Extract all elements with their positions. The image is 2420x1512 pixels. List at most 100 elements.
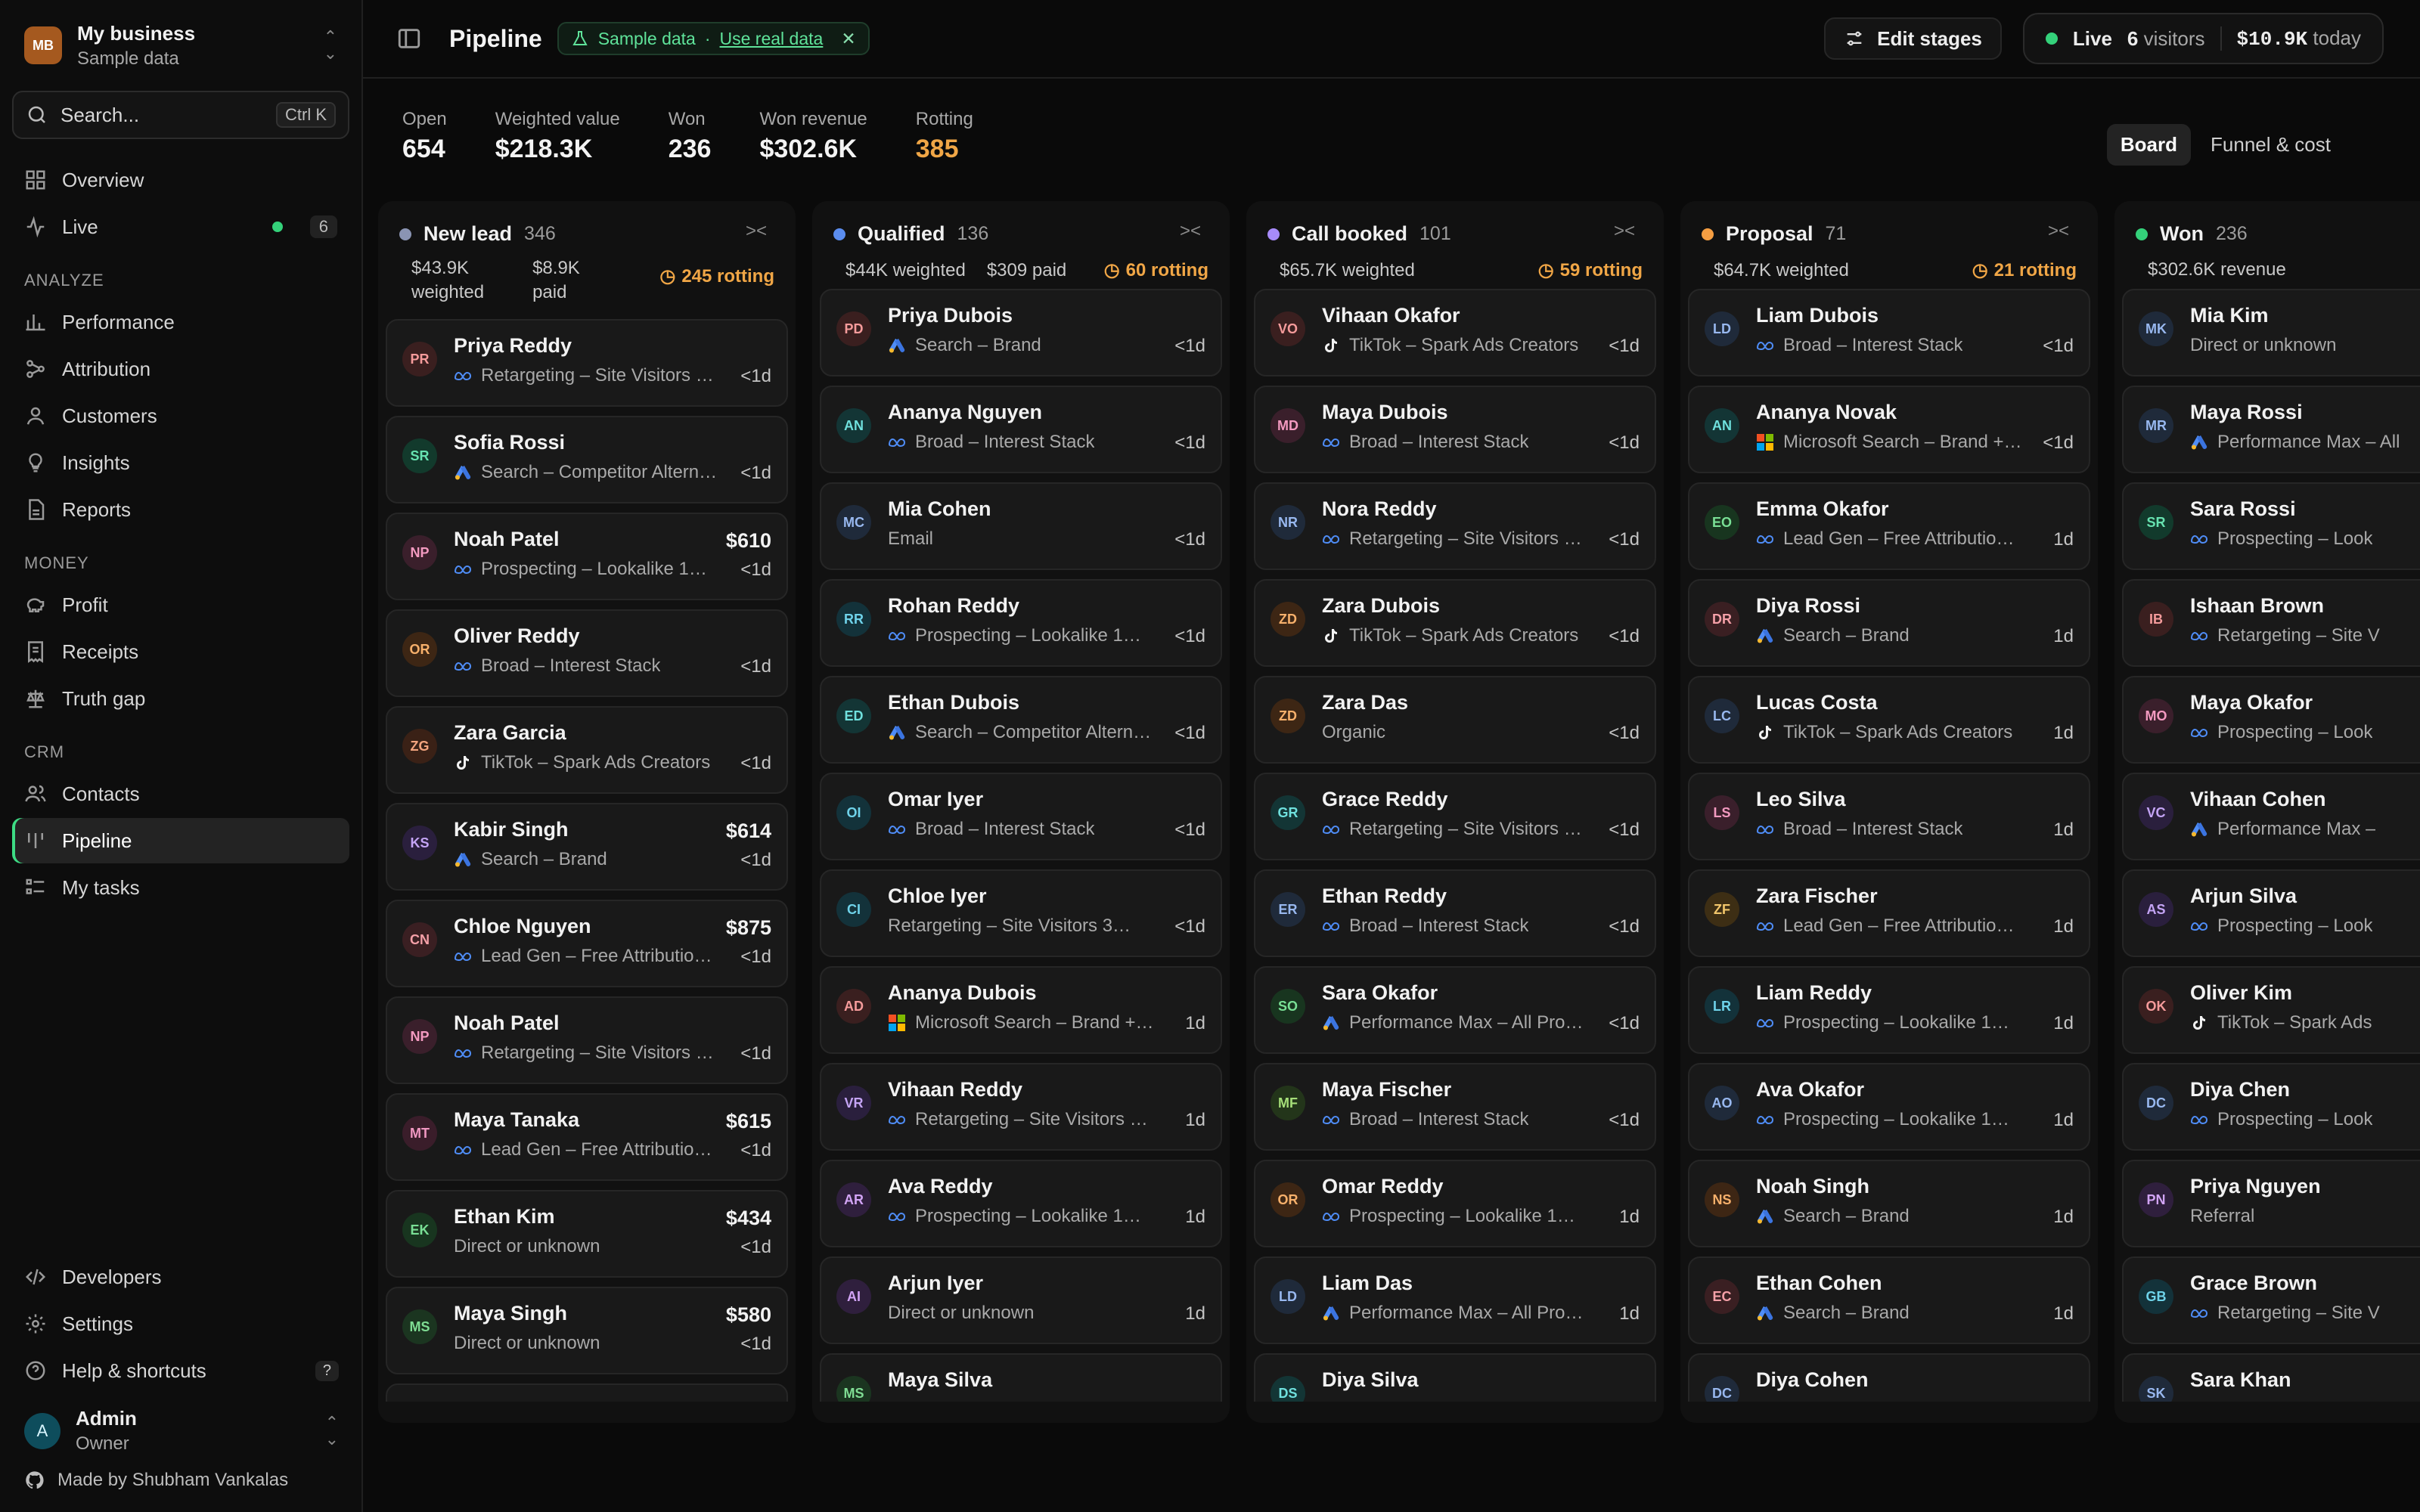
deal-card[interactable]: NP Noah Patel Prospecting – Lookalike 1%… — [386, 513, 788, 600]
deal-card[interactable]: DC Diya Chen Prospecting – Look — [2122, 1063, 2420, 1151]
credit-link[interactable]: Made by Shubham Vankalas — [0, 1464, 363, 1512]
use-real-data-link[interactable]: Use real data — [720, 29, 824, 49]
nav-item-pipeline[interactable]: Pipeline — [12, 818, 349, 863]
deal-card[interactable]: MK Mia Kim Direct or unknown — [2122, 289, 2420, 376]
sidebar: MB My business Sample data ⌃ ⌄ Search... … — [0, 0, 363, 1512]
nav-item-overview[interactable]: Overview — [12, 157, 349, 203]
deal-card[interactable]: NP Noah Patel Retargeting – Site Visitor… — [386, 996, 788, 1084]
deal-card[interactable]: CI Chloe Iyer Retargeting – Site Visitor… — [820, 869, 1222, 957]
deal-card[interactable]: RR Rohan Reddy Prospecting – Lookalike 1… — [820, 579, 1222, 667]
tab-funnel-cost[interactable]: Funnel & cost — [2197, 124, 2344, 166]
collapse-column-icon[interactable]: >< — [746, 221, 767, 242]
deal-card[interactable]: MC Mia Cohen Email <1d — [820, 482, 1222, 570]
deal-card[interactable]: EC Ethan Cohen Search – Brand 1d — [1688, 1256, 2090, 1344]
deal-card[interactable]: MT Maya Tanaka Lead Gen – Free Attributi… — [386, 1093, 788, 1181]
tab-board[interactable]: Board — [2106, 124, 2192, 166]
deal-campaign: Retargeting – Site V — [2217, 1303, 2380, 1323]
deal-card[interactable]: ED Ethan Dubois Search – Competitor Alte… — [820, 676, 1222, 764]
nav-item-developers[interactable]: Developers — [12, 1254, 351, 1300]
deal-card[interactable]: IB Ishaan Brown Retargeting – Site V — [2122, 579, 2420, 667]
deal-card[interactable]: ZF Zara Fischer Lead Gen – Free Attribut… — [1688, 869, 2090, 957]
deal-contact-name: Oliver Kim — [2190, 981, 2293, 1004]
deal-card[interactable]: OK Oliver Kim TikTok – Spark Ads — [2122, 966, 2420, 1054]
stage-paid: $309 — [986, 259, 1028, 280]
nav-item-help[interactable]: Help & shortcuts ? — [12, 1348, 351, 1393]
workspace-switcher[interactable]: MB My business Sample data ⌃ ⌄ — [0, 0, 361, 91]
deal-age: <1d — [740, 947, 771, 967]
deal-card[interactable]: PN Priya Nguyen Referral — [2122, 1160, 2420, 1247]
deal-card[interactable]: SK Sara Khan — [2122, 1353, 2420, 1402]
deal-card[interactable]: MF Maya Fischer Broad – Interest Stack <… — [1254, 1063, 1656, 1151]
nav-item-performance[interactable]: Performance — [12, 299, 349, 345]
deal-card[interactable]: ZD Zara Das Organic <1d — [1254, 676, 1656, 764]
deal-card[interactable]: VO Vihaan Okafor TikTok – Spark Ads Crea… — [1254, 289, 1656, 376]
deal-card[interactable]: LR Liam Reddy Prospecting – Lookalike 1%… — [1688, 966, 2090, 1054]
deal-card[interactable]: SO Sara Okafor Performance Max – All Pro… — [1254, 966, 1656, 1054]
collapse-column-icon[interactable]: >< — [1180, 221, 1201, 242]
search-box[interactable]: Search... Ctrl K — [12, 91, 349, 139]
deal-card[interactable]: AN Ananya Nguyen Broad – Interest Stack … — [820, 386, 1222, 473]
nav-item-profit[interactable]: Profit — [12, 582, 349, 627]
deal-card[interactable]: AN Ananya Novak Microsoft Search – Brand… — [1688, 386, 2090, 473]
deal-card[interactable]: MO Maya Okafor Prospecting – Look — [2122, 676, 2420, 764]
deal-card[interactable]: MD Maya Dubois Broad – Interest Stack <1… — [1254, 386, 1656, 473]
nav-item-truth-gap[interactable]: Truth gap — [12, 676, 349, 721]
search-icon — [28, 106, 45, 123]
close-icon[interactable]: ✕ — [841, 29, 855, 49]
deal-campaign: Direct or unknown — [2190, 335, 2337, 355]
avatar: GR — [1270, 795, 1305, 830]
deal-card[interactable]: DC Diya Cohen — [1688, 1353, 2090, 1402]
deal-card[interactable]: IB Isla Brown $434 — [386, 1383, 788, 1402]
deal-card[interactable]: AI Arjun Iyer Direct or unknown 1d — [820, 1256, 1222, 1344]
deal-card[interactable]: LC Lucas Costa TikTok – Spark Ads Creato… — [1688, 676, 2090, 764]
deal-card[interactable]: DS Diya Silva — [1254, 1353, 1656, 1402]
live-visitors-widget[interactable]: Live 6 visitors $10.9K today — [2022, 13, 2384, 64]
nav-item-live[interactable]: Live 6 — [12, 204, 349, 249]
sidebar-toggle-icon[interactable] — [396, 26, 422, 51]
user-menu[interactable]: A Admin Owner ⌃ ⌄ — [0, 1395, 363, 1464]
nav-item-contacts[interactable]: Contacts — [12, 771, 349, 816]
deal-card[interactable]: MR Maya Rossi Performance Max – All — [2122, 386, 2420, 473]
deal-card[interactable]: ZG Zara Garcia TikTok – Spark Ads Creato… — [386, 706, 788, 794]
deal-card[interactable]: AS Arjun Silva Prospecting – Look — [2122, 869, 2420, 957]
deal-card[interactable]: VR Vihaan Reddy Retargeting – Site Visit… — [820, 1063, 1222, 1151]
search-input[interactable]: Search... — [60, 104, 264, 127]
deal-card[interactable]: OR Omar Reddy Prospecting – Lookalike 1%… — [1254, 1160, 1656, 1247]
nav-item-attribution[interactable]: Attribution — [12, 346, 349, 392]
deal-card[interactable]: NS Noah Singh Search – Brand 1d — [1688, 1160, 2090, 1247]
deal-card[interactable]: EO Emma Okafor Lead Gen – Free Attributi… — [1688, 482, 2090, 570]
deal-card[interactable]: CN Chloe Nguyen Lead Gen – Free Attribut… — [386, 900, 788, 987]
deal-card[interactable]: GB Grace Brown Retargeting – Site V — [2122, 1256, 2420, 1344]
deal-card[interactable]: LS Leo Silva Broad – Interest Stack 1d — [1688, 773, 2090, 860]
deal-card[interactable]: MS Maya Singh Direct or unknown $580 <1d — [386, 1287, 788, 1374]
deal-card[interactable]: LD Liam Das Performance Max – All Produ…… — [1254, 1256, 1656, 1344]
deal-card[interactable]: AR Ava Reddy Prospecting – Lookalike 1% … — [820, 1160, 1222, 1247]
deal-card[interactable]: PD Priya Dubois Search – Brand <1d — [820, 289, 1222, 376]
nav-item-my-tasks[interactable]: My tasks — [12, 865, 349, 910]
deal-card[interactable]: KS Kabir Singh Search – Brand $614 <1d — [386, 803, 788, 891]
deal-card[interactable]: SR Sara Rossi Prospecting – Look — [2122, 482, 2420, 570]
deal-card[interactable]: AO Ava Okafor Prospecting – Lookalike 1%… — [1688, 1063, 2090, 1151]
nav-item-reports[interactable]: Reports — [12, 487, 349, 532]
nav-item-customers[interactable]: Customers — [12, 393, 349, 438]
nav-item-receipts[interactable]: Receipts — [12, 629, 349, 674]
deal-card[interactable]: DR Diya Rossi Search – Brand 1d — [1688, 579, 2090, 667]
deal-card[interactable]: ZD Zara Dubois TikTok – Spark Ads Creato… — [1254, 579, 1656, 667]
deal-card[interactable]: LD Liam Dubois Broad – Interest Stack <1… — [1688, 289, 2090, 376]
deal-card[interactable]: VC Vihaan Cohen Performance Max – — [2122, 773, 2420, 860]
nav-item-insights[interactable]: Insights — [12, 440, 349, 485]
deal-card[interactable]: GR Grace Reddy Retargeting – Site Visito… — [1254, 773, 1656, 860]
deal-card[interactable]: MS Maya Silva — [820, 1353, 1222, 1402]
deal-card[interactable]: ER Ethan Reddy Broad – Interest Stack <1… — [1254, 869, 1656, 957]
deal-card[interactable]: AD Ananya Dubois Microsoft Search – Bran… — [820, 966, 1222, 1054]
deal-card[interactable]: SR Sofia Rossi Search – Competitor Alter… — [386, 416, 788, 503]
deal-card[interactable]: OR Oliver Reddy Broad – Interest Stack <… — [386, 609, 788, 697]
collapse-column-icon[interactable]: >< — [2048, 221, 2069, 242]
edit-stages-button[interactable]: Edit stages — [1824, 17, 2002, 60]
deal-card[interactable]: NR Nora Reddy Retargeting – Site Visitor… — [1254, 482, 1656, 570]
deal-card[interactable]: EK Ethan Kim Direct or unknown $434 <1d — [386, 1190, 788, 1278]
deal-card[interactable]: PR Priya Reddy Retargeting – Site Visito… — [386, 319, 788, 407]
nav-item-settings[interactable]: Settings — [12, 1301, 351, 1346]
deal-card[interactable]: OI Omar Iyer Broad – Interest Stack <1d — [820, 773, 1222, 860]
collapse-column-icon[interactable]: >< — [1614, 221, 1635, 242]
